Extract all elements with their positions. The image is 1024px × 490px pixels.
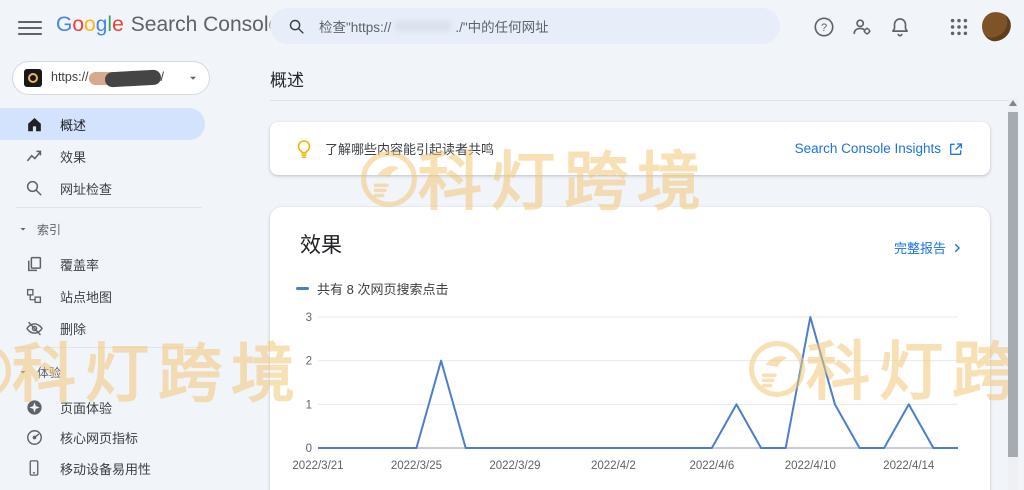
external-link-icon [950, 142, 962, 155]
search-icon [289, 19, 304, 34]
sidebar-item-sitemaps[interactable]: 站点地图 [0, 280, 205, 312]
svg-text:2022/3/21: 2022/3/21 [292, 460, 343, 472]
sidebar-item-mobile-usability[interactable]: 移动设备易用性 [0, 452, 205, 484]
clicks-line-chart[interactable]: 0 1 2 3 2022/3/21 2022/3/25 2022/3/29 2022/4/2 2… [276, 297, 984, 482]
url-inspect-icon [24, 178, 44, 198]
svg-text:2: 2 [306, 356, 312, 368]
performance-icon [24, 146, 44, 166]
performance-card: 效果 完整报告 共有 8 次网页搜索点击 0 1 2 3 2022/3/21 2022/3… [270, 207, 990, 490]
notifications-bell-icon[interactable] [889, 16, 911, 38]
sidebar-item-coverage[interactable]: 覆盖率 [0, 248, 205, 280]
topbar: Google Search Console 检查"https://./"中的任何… [0, 0, 1024, 55]
svg-text:0: 0 [306, 443, 312, 455]
sitemaps-icon [24, 286, 44, 306]
scrollbar-thumb[interactable] [1008, 112, 1018, 457]
apps-grid-icon[interactable] [948, 16, 970, 38]
removals-icon [24, 318, 44, 338]
svg-text:2022/3/25: 2022/3/25 [391, 460, 442, 472]
mobile-usability-icon [24, 458, 44, 478]
search-console-app: Google Search Console 检查"https://./"中的任何… [0, 0, 1024, 490]
product-name: Search Console [130, 13, 281, 36]
manage-users-icon[interactable] [851, 16, 873, 38]
sidebar-item-page-experience[interactable]: 页面体验 [0, 391, 205, 423]
sidebar-divider [16, 347, 202, 348]
legend-dash-icon [296, 287, 309, 290]
core-web-vitals-icon [24, 427, 44, 447]
section-collapse-icon [20, 370, 26, 374]
clicks-legend-chip[interactable]: 共有 8 次网页搜索点击 [296, 279, 448, 298]
lightbulb-icon [297, 139, 311, 158]
sidebar-item-core-web-vitals[interactable]: 核心网页指标 [0, 421, 205, 453]
vertical-scrollbar[interactable] [1008, 98, 1018, 490]
redacted-domain-blur [394, 20, 453, 32]
section-collapse-icon [20, 227, 26, 231]
svg-text:2022/4/14: 2022/4/14 [883, 460, 935, 472]
sidebar-section-index[interactable]: 索引 [18, 220, 61, 238]
property-url: https:/// [51, 69, 164, 88]
hamburger-menu-icon[interactable] [18, 16, 42, 40]
home-icon [24, 114, 44, 134]
insights-link[interactable]: Search Console Insights [795, 141, 964, 157]
help-icon[interactable]: ? [813, 16, 835, 38]
performance-card-title: 效果 [300, 234, 342, 257]
sidebar-divider [16, 207, 202, 208]
sidebar-item-removals[interactable]: 删除 [0, 312, 205, 344]
svg-text:1: 1 [306, 399, 312, 411]
scrollbar-up-arrow-icon[interactable] [1009, 100, 1017, 106]
site-favicon [24, 69, 42, 87]
sidebar-item-overview[interactable]: 概述 [0, 108, 205, 140]
svg-text:3: 3 [306, 312, 312, 324]
page-experience-icon [24, 397, 44, 417]
svg-text:2022/4/10: 2022/4/10 [785, 460, 836, 472]
search-placeholder: 检查"https://./"中的任何网址 [319, 20, 549, 35]
redacted-scribble [104, 69, 161, 88]
google-logo-letters: Google [56, 13, 124, 36]
header-divider [270, 100, 1008, 101]
sidebar-section-experience[interactable]: 体验 [18, 363, 61, 381]
legend-label: 共有 8 次网页搜索点击 [317, 282, 449, 297]
insights-card: 了解哪些内容能引起读者共鸣 Search Console Insights [270, 122, 990, 175]
coverage-icon [24, 254, 44, 274]
svg-text:?: ? [821, 22, 827, 34]
chevron-down-icon [190, 76, 196, 80]
svg-text:2022/4/6: 2022/4/6 [689, 460, 734, 472]
sidebar: https:/// 概述 效果 网址检查 索引 覆盖率 站点地图 删除 体验 页… [0, 55, 211, 490]
account-avatar[interactable] [980, 10, 1013, 43]
svg-text:2022/3/29: 2022/3/29 [489, 460, 540, 472]
app-logo[interactable]: Google Search Console [56, 13, 280, 37]
svg-text:2022/4/2: 2022/4/2 [591, 460, 636, 472]
page-title: 概述 [270, 71, 304, 90]
url-inspection-searchbar[interactable]: 检查"https://./"中的任何网址 [270, 8, 780, 44]
sidebar-item-performance[interactable]: 效果 [0, 140, 205, 172]
chevron-right-icon [954, 243, 961, 252]
full-report-link[interactable]: 完整报告 [894, 238, 964, 257]
insights-text: 了解哪些内容能引起读者共鸣 [325, 142, 495, 157]
sidebar-item-url-inspection[interactable]: 网址检查 [0, 172, 205, 204]
property-selector[interactable]: https:/// [12, 61, 210, 95]
